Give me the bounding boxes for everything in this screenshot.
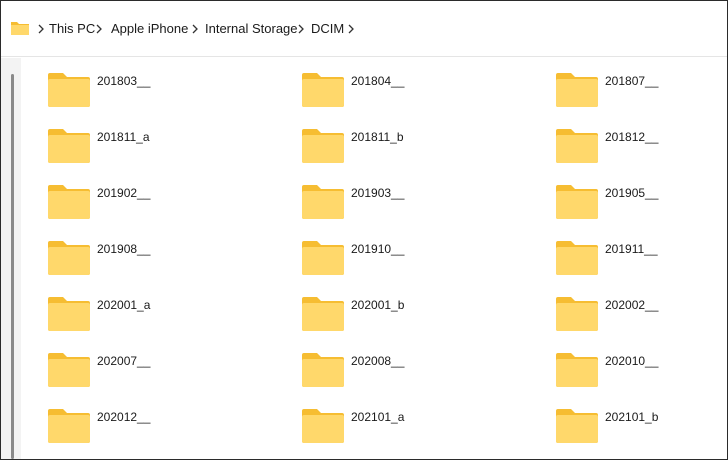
chevron-right-icon[interactable] <box>347 23 355 35</box>
folder-name: 202007__ <box>97 354 151 368</box>
folder-name: 202012__ <box>97 410 151 424</box>
file-list: 201803__ 201804__ 201807__ 201811_a 201811_b… <box>1 58 727 459</box>
folder-item[interactable]: 201903__ <box>301 184 541 224</box>
folder-icon <box>48 241 90 275</box>
folder-item[interactable]: 201811_b <box>301 128 541 168</box>
folder-icon <box>556 73 598 107</box>
folder-name: 201902__ <box>97 186 151 200</box>
folder-item[interactable]: 201902__ <box>47 184 287 224</box>
folder-item[interactable]: 201804__ <box>301 72 541 112</box>
chevron-right-icon[interactable] <box>191 23 199 35</box>
breadcrumb-item-this-pc[interactable]: This PC <box>49 21 95 37</box>
folder-icon <box>48 129 90 163</box>
folder-name: 201807__ <box>605 74 659 88</box>
breadcrumb-item-internal-storage[interactable]: Internal Storage <box>205 21 298 37</box>
folder-name: 202101_b <box>605 410 659 424</box>
folder-icon <box>556 129 598 163</box>
folder-item[interactable]: 202002__ <box>555 296 727 336</box>
folder-name: 201804__ <box>351 74 405 88</box>
folder-item[interactable]: 202001_b <box>301 296 541 336</box>
folder-name: 202101_a <box>351 410 405 424</box>
address-bar[interactable]: This PC Apple iPhone Internal Storage DC… <box>1 1 727 57</box>
breadcrumb-item-dcim[interactable]: DCIM <box>311 21 344 37</box>
folder-name: 201803__ <box>97 74 151 88</box>
folder-name: 201911__ <box>605 242 658 256</box>
folder-name: 201908__ <box>97 242 151 256</box>
folder-icon <box>556 297 598 331</box>
folder-icon <box>302 241 344 275</box>
folder-item[interactable]: 201807__ <box>555 72 727 112</box>
folder-name: 202008__ <box>351 354 405 368</box>
folder-name: 202002__ <box>605 298 659 312</box>
folder-icon <box>48 73 90 107</box>
folder-icon <box>556 241 598 275</box>
folder-item[interactable]: 201905__ <box>555 184 727 224</box>
folder-name: 201905__ <box>605 186 659 200</box>
folder-item[interactable]: 202101_b <box>555 408 727 448</box>
folder-item[interactable]: 201911__ <box>555 240 727 280</box>
scrollbar[interactable] <box>11 74 14 459</box>
folder-icon <box>302 409 344 443</box>
breadcrumb-item-apple-iphone[interactable]: Apple iPhone <box>111 21 188 37</box>
folder-item[interactable]: 201910__ <box>301 240 541 280</box>
folder-item[interactable]: 202007__ <box>47 352 287 392</box>
folder-name: 202010__ <box>605 354 659 368</box>
folder-item[interactable]: 202012__ <box>47 408 287 448</box>
folder-icon <box>302 297 344 331</box>
folder-item[interactable]: 201812__ <box>555 128 727 168</box>
folder-name: 202001_a <box>97 298 151 312</box>
folder-icon <box>556 409 598 443</box>
folder-name: 201910__ <box>351 242 405 256</box>
folder-name: 201812__ <box>605 130 659 144</box>
folder-item[interactable]: 201811_a <box>47 128 287 168</box>
explorer-window: This PC Apple iPhone Internal Storage DC… <box>0 0 728 460</box>
folder-item[interactable]: 202001_a <box>47 296 287 336</box>
folder-icon <box>48 409 90 443</box>
folder-icon <box>302 73 344 107</box>
folder-icon <box>302 353 344 387</box>
chevron-right-icon[interactable] <box>37 23 45 35</box>
folder-name: 201903__ <box>351 186 405 200</box>
folder-item[interactable]: 201803__ <box>47 72 287 112</box>
breadcrumb: This PC Apple iPhone Internal Storage DC… <box>1 1 727 57</box>
folder-name: 202001_b <box>351 298 405 312</box>
chevron-right-icon[interactable] <box>297 23 305 35</box>
folder-icon <box>48 185 90 219</box>
folder-icon <box>302 129 344 163</box>
chevron-right-icon[interactable] <box>95 23 103 35</box>
folder-icon <box>556 185 598 219</box>
folder-item[interactable]: 202101_a <box>301 408 541 448</box>
folder-item[interactable]: 201908__ <box>47 240 287 280</box>
folder-icon <box>556 353 598 387</box>
folder-icon <box>302 185 344 219</box>
folder-name: 201811_a <box>97 130 150 144</box>
folder-icon <box>48 297 90 331</box>
folder-icon <box>48 353 90 387</box>
folder-item[interactable]: 202008__ <box>301 352 541 392</box>
folder-name: 201811_b <box>351 130 404 144</box>
folder-item[interactable]: 202010__ <box>555 352 727 392</box>
